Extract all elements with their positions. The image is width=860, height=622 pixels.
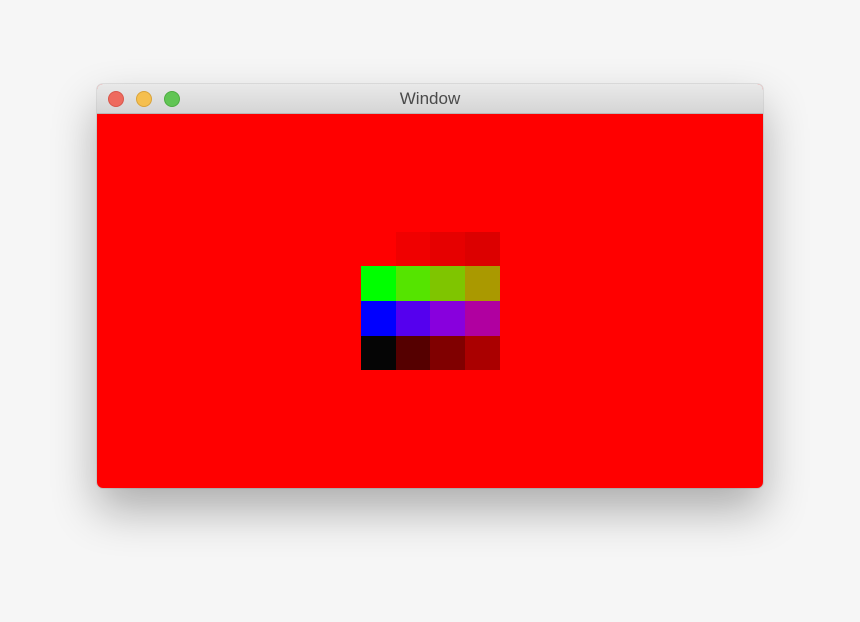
color-swatch-r3-c1 [361,301,396,336]
color-swatch-r2-c1 [361,266,396,301]
color-swatch-r3-c3 [430,301,465,336]
color-swatch-r2-c3 [430,266,465,301]
window-title: Window [399,89,461,108]
color-swatch-r4-c2 [396,336,430,370]
color-swatch-r4-c1 [361,336,396,370]
color-swatch-r4-c4 [465,336,500,370]
color-swatch-r2-c4 [465,266,500,301]
app-window: Window [97,84,763,488]
color-swatch-r2-c2 [396,266,430,301]
title-bar[interactable]: Window [97,84,763,114]
color-swatch-r1-c2 [396,232,430,266]
color-swatch-r1-c1 [361,232,396,266]
color-swatch-r3-c2 [396,301,430,336]
color-swatch-r3-c4 [465,301,500,336]
color-swatch-r4-c3 [430,336,465,370]
color-swatch-r1-c4 [465,232,500,266]
window-content [97,114,763,488]
color-swatch-r1-c3 [430,232,465,266]
color-swatch-grid [361,232,500,370]
